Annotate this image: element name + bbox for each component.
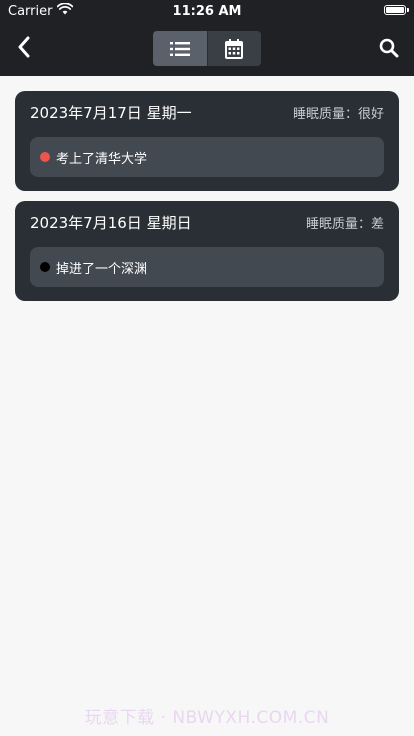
navigation-bar [0,22,414,76]
dream-item[interactable]: 掉进了一个深渊 [30,247,384,287]
top-bar: Carrier 11:26 AM [0,0,414,76]
entry-header: 2023年7月17日 星期一 睡眠质量：很好 [30,101,384,123]
sleep-quality: 睡眠质量：差 [305,216,384,232]
back-button[interactable] [10,33,38,61]
dream-item[interactable]: 考上了清华大学 [30,137,384,177]
calendar-icon [225,38,244,59]
battery-icon [384,5,409,15]
dream-text: 掉进了一个深渊 [56,261,148,277]
list-view-button[interactable] [153,31,207,66]
status-left: Carrier [8,2,74,19]
sleep-quality: 睡眠质量：很好 [292,106,384,122]
dream-color-dot [40,262,50,272]
calendar-view-button[interactable] [206,31,261,66]
dream-text: 考上了清华大学 [56,151,148,167]
entry-date: 2023年7月17日 星期一 [30,103,192,122]
search-button[interactable] [376,35,402,61]
carrier-label: Carrier [8,3,53,19]
wifi-icon [57,2,74,19]
view-mode-segment [153,31,261,66]
dream-entry-list: 2023年7月17日 星期一 睡眠质量：很好 考上了清华大学 2023年7月16… [15,91,399,311]
chevron-left-icon [18,36,30,58]
entry-header: 2023年7月16日 星期日 睡眠质量：差 [30,211,384,233]
entry-date: 2023年7月16日 星期日 [30,213,192,232]
dream-color-dot [40,152,50,162]
watermark: 玩意下载 · NBWYXH.COM.CN [84,708,330,728]
list-icon [169,41,190,56]
dream-entry-card[interactable]: 2023年7月16日 星期日 睡眠质量：差 掉进了一个深渊 [15,201,399,301]
status-bar: Carrier 11:26 AM [0,0,414,22]
search-icon [379,38,399,58]
dream-entry-card[interactable]: 2023年7月17日 星期一 睡眠质量：很好 考上了清华大学 [15,91,399,191]
